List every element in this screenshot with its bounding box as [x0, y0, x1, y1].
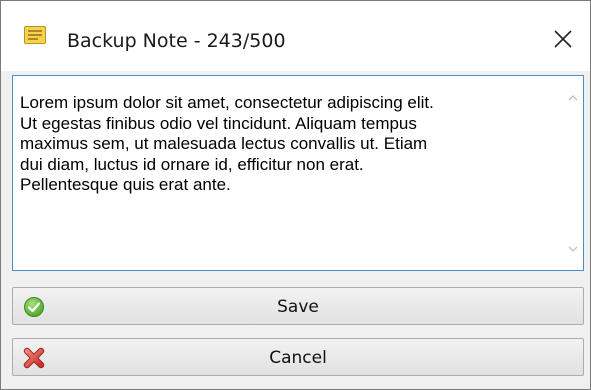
- close-icon: [554, 30, 572, 48]
- cancel-button-label: Cancel: [269, 348, 327, 368]
- note-icon: [24, 26, 46, 44]
- chevron-up-icon: [568, 95, 578, 101]
- cancel-button[interactable]: Cancel: [12, 338, 584, 376]
- scroll-down-arrow[interactable]: [566, 242, 580, 256]
- close-button[interactable]: [547, 23, 579, 55]
- note-textarea[interactable]: Lorem ipsum dolor sit amet, consectetur …: [12, 75, 584, 271]
- note-text[interactable]: Lorem ipsum dolor sit amet, consectetur …: [20, 93, 550, 196]
- vertical-scrollbar[interactable]: [563, 76, 583, 270]
- backup-note-dialog: Backup Note - 243/500 Lorem ipsum dolor …: [0, 0, 591, 390]
- save-button-label: Save: [277, 297, 319, 317]
- window-title: Backup Note - 243/500: [67, 30, 286, 52]
- title-bar: Backup Note - 243/500: [1, 1, 590, 71]
- chevron-down-icon: [568, 246, 578, 252]
- save-button[interactable]: Save: [12, 287, 584, 325]
- scroll-up-arrow[interactable]: [566, 91, 580, 105]
